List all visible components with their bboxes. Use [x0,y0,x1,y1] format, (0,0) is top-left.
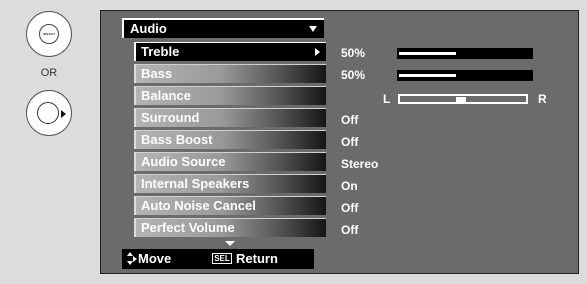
menu-title: Audio [130,21,167,36]
balance-slider-knob[interactable] [456,97,466,103]
remote-help-panel: SELECT OR [0,0,100,284]
menu-item-label: Auto Noise Cancel [141,198,256,213]
menu-item-label: Bass Boost [141,132,213,147]
chevron-right-icon [315,48,320,56]
auto-noise-cancel-value: Off [341,201,359,215]
menu-item-audio-source[interactable]: Audio Source [134,152,326,171]
treble-level-fill [399,52,456,55]
more-down-icon [225,241,235,246]
bass-value: 50% [341,68,366,82]
menu-footer-hints: Move SEL Return [122,249,314,269]
menu-item-label: Internal Speakers [141,176,250,191]
return-hint: Return [236,251,278,266]
menu-item-internal-speakers[interactable]: Internal Speakers [134,174,326,193]
menu-list: Treble Bass Balance Surround Bass Boost … [134,42,326,240]
bass-boost-value: Off [341,135,359,149]
treble-level-bar[interactable] [397,48,533,59]
select-button-icon: SELECT [26,11,72,57]
menu-item-label: Audio Source [141,154,226,169]
menu-item-treble[interactable]: Treble [134,42,326,61]
tv-menu-screen: Audio Treble Bass Balance Surround Bass … [100,10,579,274]
menu-item-label: Perfect Volume [141,220,235,235]
balance-slider[interactable] [398,94,528,104]
updown-arrows-icon [127,252,137,266]
menu-item-bass[interactable]: Bass [134,64,326,83]
bass-level-fill [399,74,456,77]
or-label: OR [40,67,58,79]
menu-item-auto-noise-cancel[interactable]: Auto Noise Cancel [134,196,326,215]
dpad-ring [37,102,59,124]
chevron-down-icon [309,26,317,32]
menu-item-balance[interactable]: Balance [134,86,326,105]
move-hint: Move [138,251,172,266]
surround-value: Off [341,113,359,127]
bass-level-bar[interactable] [397,70,533,81]
treble-value: 50% [341,46,366,60]
perfect-volume-value: Off [341,223,359,237]
select-button-label: SELECT [39,24,59,44]
internal-speakers-value: On [341,179,358,193]
audio-source-value: Stereo [341,157,379,171]
menu-item-label: Bass [141,66,173,81]
sel-key-icon: SEL [212,253,232,264]
balance-right-label: R [538,92,547,106]
menu-item-perfect-volume[interactable]: Perfect Volume [134,218,326,237]
menu-item-label: Surround [141,110,200,125]
menu-item-bass-boost[interactable]: Bass Boost [134,130,326,149]
menu-header[interactable]: Audio [122,18,324,38]
dpad-right-icon [26,90,72,136]
menu-item-label: Treble [141,44,180,59]
menu-item-surround[interactable]: Surround [134,108,326,127]
menu-item-label: Balance [141,88,191,103]
right-arrow-icon [61,110,66,118]
balance-left-label: L [383,92,391,106]
